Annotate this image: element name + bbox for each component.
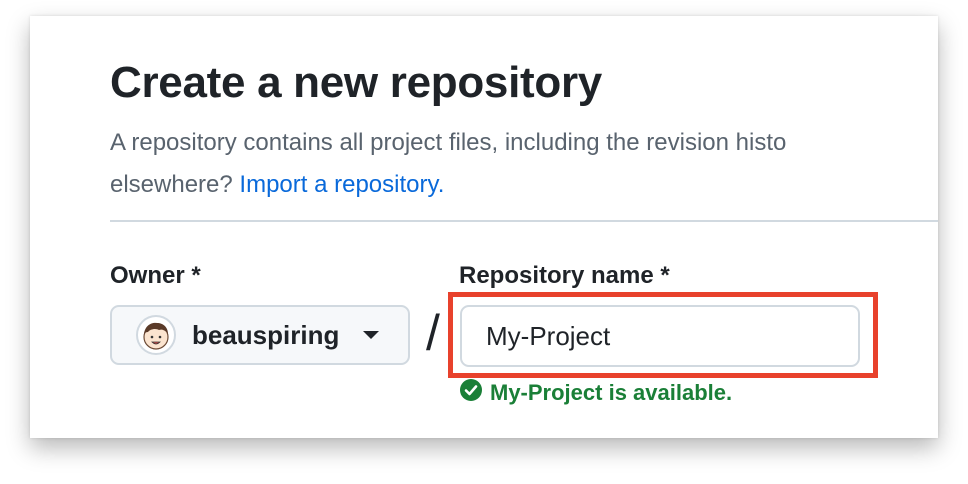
screenshot-stage: Create a new repository A repository con… — [0, 0, 968, 484]
description-line-2: elsewhere? Import a repository. — [110, 164, 938, 206]
repository-name-label: Repository name * — [459, 262, 670, 289]
owner-name: beauspiring — [192, 319, 340, 350]
page-description: A repository contains all project files,… — [110, 122, 938, 206]
owner-label: Owner * — [110, 262, 201, 289]
availability-message: My-Project is available. — [460, 379, 732, 406]
availability-text: My-Project is available. — [490, 379, 733, 405]
owner-repo-separator: / — [426, 305, 440, 361]
check-circle-icon — [460, 379, 482, 406]
page-title: Create a new repository — [110, 58, 602, 107]
divider — [110, 220, 938, 222]
avatar — [136, 315, 176, 355]
chevron-down-icon — [363, 331, 380, 339]
import-repository-link[interactable]: Import a repository. — [239, 171, 444, 198]
description-line: A repository contains all project files,… — [110, 129, 787, 156]
highlight-annotation-box — [448, 292, 878, 378]
description-prefix: elsewhere? — [110, 171, 240, 198]
new-repository-form: Create a new repository A repository con… — [30, 16, 938, 438]
owner-dropdown[interactable]: beauspiring — [110, 305, 410, 365]
